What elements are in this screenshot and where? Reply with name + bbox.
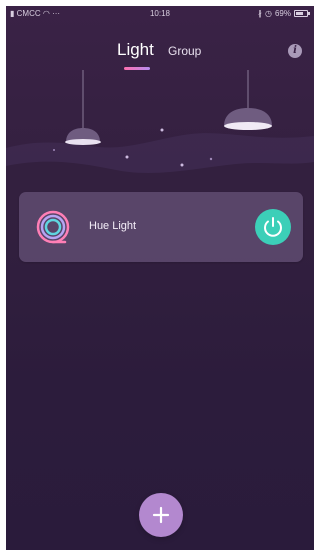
info-icon: i — [293, 45, 297, 56]
battery-percent: 69% — [274, 9, 291, 18]
info-button[interactable]: i — [288, 44, 302, 58]
status-bar: ▮ CMCC ◠ ··· 10:18 ∦ ◷ 69% — [6, 6, 314, 22]
tab-bar: Light Group — [6, 40, 314, 70]
power-button[interactable] — [255, 209, 291, 245]
alarm-icon: ◷ — [265, 9, 272, 18]
status-right: ∦ ◷ 69% — [258, 9, 310, 18]
lamps-illustration — [6, 70, 314, 210]
tab-group[interactable]: Group — [168, 44, 201, 58]
star — [125, 155, 129, 159]
plus-icon — [152, 506, 170, 524]
bluetooth-icon: ∦ — [258, 9, 262, 18]
device-name: Hue Light — [89, 220, 137, 232]
power-icon — [264, 217, 282, 237]
app-screen: ▮ CMCC ◠ ··· 10:18 ∦ ◷ 69% Light Group i — [6, 6, 314, 550]
star — [209, 157, 213, 161]
star — [53, 149, 55, 151]
left-lamp-rim — [65, 139, 101, 145]
device-card[interactable]: Hue Light — [19, 192, 303, 262]
right-lamp-rim — [224, 122, 272, 130]
add-device-button[interactable] — [139, 493, 183, 537]
star — [180, 163, 184, 167]
hue-light-ring-icon — [36, 210, 70, 244]
battery-icon — [294, 10, 310, 17]
tab-light[interactable]: Light — [117, 40, 154, 60]
star — [160, 128, 164, 132]
